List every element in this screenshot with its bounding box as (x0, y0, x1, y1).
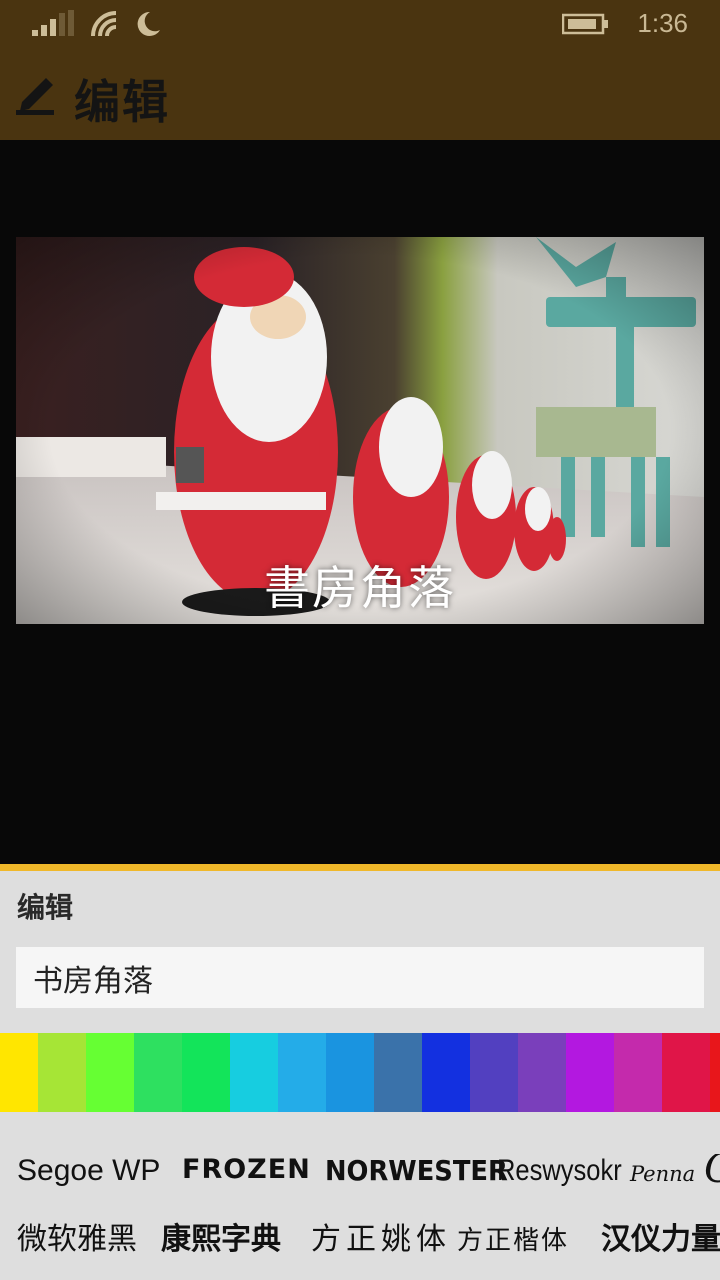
font-option-fz-yaoti[interactable]: 方正姚体 (311, 1214, 451, 1258)
color-swatch[interactable] (230, 1033, 278, 1112)
font-option-frozen[interactable]: FROZEN (182, 1154, 311, 1185)
preview-photo[interactable]: 書房角落 (16, 237, 704, 624)
color-swatch[interactable] (566, 1033, 614, 1112)
font-option-segoe-wp[interactable]: Segoe WP (17, 1154, 160, 1188)
color-swatch[interactable] (710, 1033, 720, 1112)
color-swatch[interactable] (278, 1033, 326, 1112)
color-swatch[interactable] (38, 1033, 86, 1112)
edit-pen-icon (16, 78, 54, 115)
color-swatch[interactable] (614, 1033, 662, 1112)
color-swatch[interactable] (422, 1033, 470, 1112)
font-option-fz-kaiti[interactable]: 方正楷体 (457, 1220, 569, 1257)
font-option-kangxi[interactable]: 康熙字典 (161, 1214, 281, 1258)
color-swatch[interactable] (470, 1033, 518, 1112)
color-swatch[interactable] (374, 1033, 422, 1112)
caption-text-input[interactable] (16, 947, 704, 1008)
moon-icon (137, 11, 160, 36)
wifi-icon (91, 11, 117, 37)
color-swatch[interactable] (134, 1033, 182, 1112)
font-option-norwester[interactable]: NORWESTER (325, 1154, 508, 1187)
clock: 1:36 (637, 8, 688, 38)
signal-icon (32, 10, 74, 36)
color-swatch[interactable] (518, 1033, 566, 1112)
panel-accent-line (0, 864, 720, 871)
color-swatch[interactable] (182, 1033, 230, 1112)
color-swatch[interactable] (0, 1033, 38, 1112)
font-list-latin: Segoe WP FROZEN NORWESTER Reswysokr Penn… (0, 1154, 720, 1202)
title-bar: 编辑 (0, 48, 720, 140)
color-swatch[interactable] (86, 1033, 134, 1112)
overlay-caption[interactable]: 書房角落 (16, 552, 704, 618)
color-swatch[interactable] (662, 1033, 710, 1112)
status-bar: 1:36 (0, 0, 720, 48)
font-option-penna[interactable]: Penna (630, 1162, 695, 1186)
font-option-cursive[interactable]: C (704, 1154, 720, 1192)
page-title: 编辑 (74, 75, 170, 129)
color-palette (0, 1033, 720, 1112)
color-swatch[interactable] (326, 1033, 374, 1112)
font-option-yahei[interactable]: 微软雅黑 (17, 1214, 137, 1258)
font-list-cjk: 微软雅黑 康熙字典 方正姚体 方正楷体 汉仪力量 (0, 1214, 720, 1262)
edit-panel: 编辑 Segoe WP FROZEN NORWESTER Reswysokr P… (0, 864, 720, 1280)
panel-title: 编辑 (17, 891, 74, 924)
font-option-hanyi-liliang[interactable]: 汉仪力量 (601, 1214, 720, 1258)
font-option-reswysokr[interactable]: Reswysokr (497, 1154, 622, 1188)
preview-canvas: 書房角落 (0, 140, 720, 864)
battery-icon (562, 13, 608, 35)
